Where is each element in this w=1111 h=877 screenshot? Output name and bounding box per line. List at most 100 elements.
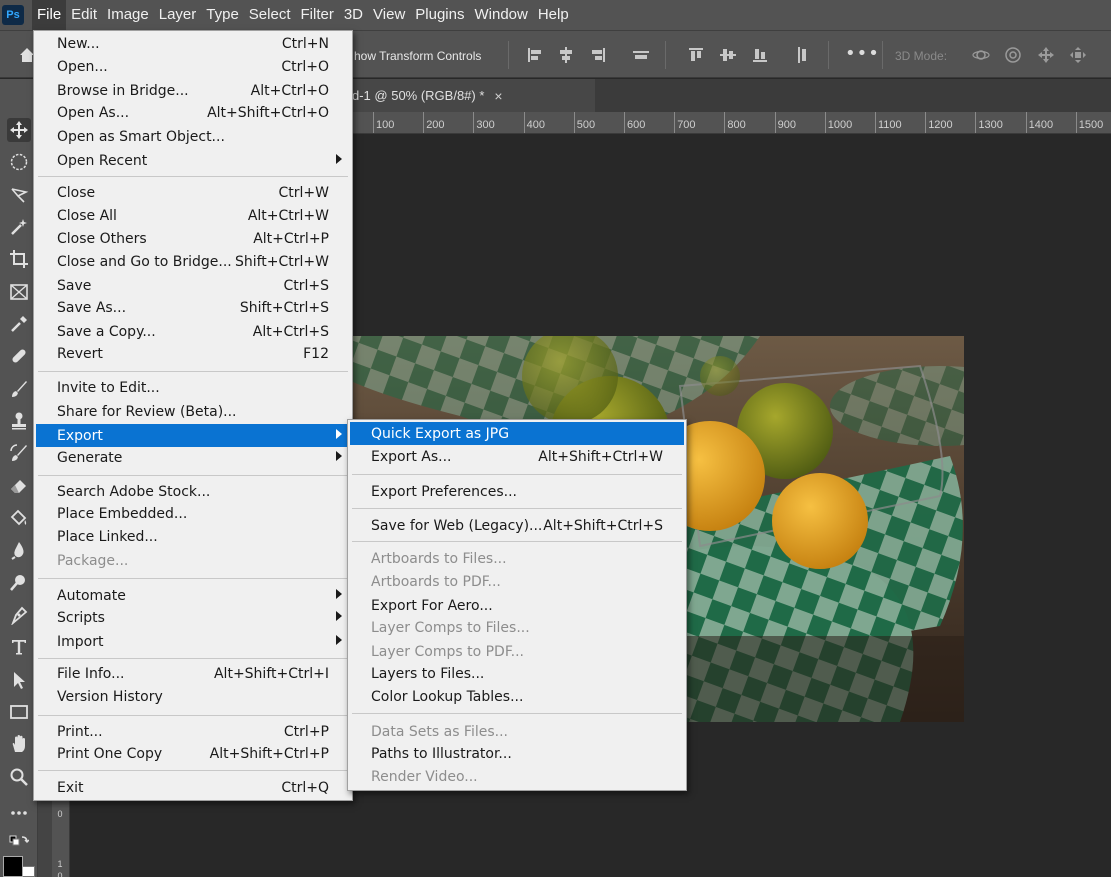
- menu-item-version-history[interactable]: Version History: [36, 685, 350, 708]
- menu-item-print-one-copy[interactable]: Print One Copy Alt+Shift+Ctrl+P: [36, 742, 350, 765]
- edit-toolbar-icon[interactable]: [7, 801, 31, 825]
- menu-item-color-lookup-tables[interactable]: Color Lookup Tables...: [350, 685, 684, 708]
- more-options-icon[interactable]: •••: [845, 43, 880, 64]
- 3d-roll-icon[interactable]: [1002, 45, 1024, 65]
- 3d-orbit-icon[interactable]: [970, 45, 992, 65]
- menu-item-export-preferences[interactable]: Export Preferences...: [350, 480, 684, 503]
- menu-item-place-embedded[interactable]: Place Embedded...: [36, 502, 350, 525]
- pen-tool-icon[interactable]: [7, 603, 31, 627]
- menu-item-label: Export Preferences...: [371, 483, 517, 500]
- swap-colors-icon[interactable]: [7, 831, 31, 855]
- align-top-edges-icon[interactable]: [685, 45, 707, 65]
- menu-item-open-as[interactable]: Open As... Alt+Shift+Ctrl+O: [36, 101, 350, 124]
- menu-item-new[interactable]: New... Ctrl+N: [36, 32, 350, 55]
- rectangle-tool-icon[interactable]: [7, 700, 31, 724]
- hand-tool-icon[interactable]: [7, 732, 31, 756]
- menu-3d[interactable]: 3D: [339, 0, 368, 30]
- menu-window[interactable]: Window: [469, 0, 532, 30]
- clone-stamp-icon[interactable]: [7, 409, 31, 433]
- menu-item-label: Close All: [57, 207, 117, 224]
- menu-item-close-and-go-to-bridge[interactable]: Close and Go to Bridge... Shift+Ctrl+W: [36, 250, 350, 273]
- menu-image[interactable]: Image: [102, 0, 154, 30]
- menu-plugins[interactable]: Plugins: [410, 0, 469, 30]
- menu-item-export-as[interactable]: Export As... Alt+Shift+Ctrl+W: [350, 445, 684, 468]
- menu-item-search-adobe-stock[interactable]: Search Adobe Stock...: [36, 480, 350, 503]
- menu-view[interactable]: View: [368, 0, 410, 30]
- menu-item-close-all[interactable]: Close All Alt+Ctrl+W: [36, 204, 350, 227]
- submenu-arrow-icon: [336, 589, 342, 599]
- menu-item-import[interactable]: Import: [36, 630, 350, 653]
- align-left-edges-icon[interactable]: [524, 45, 546, 65]
- menu-item-open[interactable]: Open... Ctrl+O: [36, 55, 350, 78]
- menu-item-file-info[interactable]: File Info... Alt+Shift+Ctrl+I: [36, 662, 350, 685]
- menu-item-save[interactable]: Save Ctrl+S: [36, 274, 350, 297]
- menu-item-label: Generate: [57, 449, 123, 466]
- menu-select[interactable]: Select: [244, 0, 296, 30]
- menu-item-save-a-copy[interactable]: Save a Copy... Alt+Ctrl+S: [36, 320, 350, 343]
- elliptical-marquee-icon[interactable]: [7, 150, 31, 174]
- menu-item-close-others[interactable]: Close Others Alt+Ctrl+P: [36, 227, 350, 250]
- ruler-tick-label: 800: [727, 119, 746, 131]
- menu-item-paths-to-illustrator[interactable]: Paths to Illustrator...: [350, 742, 684, 765]
- blur-tool-icon[interactable]: [7, 538, 31, 562]
- 3d-pan-icon[interactable]: [1035, 45, 1057, 65]
- menu-item-generate[interactable]: Generate: [36, 446, 350, 469]
- menu-item-shortcut: Ctrl+P: [283, 723, 329, 740]
- 3d-slide-icon[interactable]: [1067, 45, 1089, 65]
- menu-item-scripts[interactable]: Scripts: [36, 606, 350, 629]
- menu-item-save-as[interactable]: Save As... Shift+Ctrl+S: [36, 296, 350, 319]
- foreground-color-swatch[interactable]: [3, 856, 23, 877]
- show-transform-controls-label[interactable]: how Transform Controls: [354, 49, 481, 63]
- menu-item-browse-in-bridge[interactable]: Browse in Bridge... Alt+Ctrl+O: [36, 79, 350, 102]
- menu-separator: [352, 474, 682, 475]
- eyedropper-icon[interactable]: [7, 312, 31, 336]
- close-icon[interactable]: ×: [494, 88, 502, 104]
- menu-item-share-for-review-beta[interactable]: Share for Review (Beta)...: [36, 400, 350, 423]
- eraser-tool-icon[interactable]: [7, 474, 31, 498]
- align-bottom-edges-icon[interactable]: [749, 45, 771, 65]
- menu-file[interactable]: File: [32, 0, 67, 30]
- healing-brush-icon[interactable]: [7, 344, 31, 368]
- frame-tool-icon[interactable]: [7, 280, 31, 304]
- menu-separator: [38, 371, 348, 372]
- move-tool-icon[interactable]: [7, 118, 31, 142]
- menu-item-place-linked[interactable]: Place Linked...: [36, 525, 350, 548]
- magic-wand-icon[interactable]: [7, 215, 31, 239]
- menu-layer[interactable]: Layer: [154, 0, 202, 30]
- path-selection-icon[interactable]: [7, 668, 31, 692]
- align-vertical-centers-icon[interactable]: [717, 45, 739, 65]
- menu-item-invite-to-edit[interactable]: Invite to Edit...: [36, 376, 350, 399]
- menu-item-revert[interactable]: Revert F12: [36, 342, 350, 365]
- type-tool-icon[interactable]: [7, 635, 31, 659]
- menu-item-export[interactable]: Export: [36, 424, 350, 447]
- distribute-horizontal-icon[interactable]: [630, 45, 652, 65]
- menu-item-export-for-aero[interactable]: Export For Aero...: [350, 594, 684, 617]
- align-horizontal-centers-icon[interactable]: [555, 45, 577, 65]
- distribute-vertical-icon[interactable]: [791, 45, 813, 65]
- menu-item-quick-export-as-jpg[interactable]: Quick Export as JPG: [350, 422, 684, 445]
- brush-tool-icon[interactable]: [7, 377, 31, 401]
- paint-bucket-icon[interactable]: [7, 506, 31, 530]
- menu-item-close[interactable]: Close Ctrl+W: [36, 181, 350, 204]
- menu-item-open-recent[interactable]: Open Recent: [36, 149, 350, 172]
- menu-type[interactable]: Type: [201, 0, 244, 30]
- menu-item-exit[interactable]: Exit Ctrl+Q: [36, 776, 350, 799]
- menu-item-print[interactable]: Print... Ctrl+P: [36, 720, 350, 743]
- dodge-tool-icon[interactable]: [7, 571, 31, 595]
- menu-item-save-for-web-legacy[interactable]: Save for Web (Legacy)... Alt+Shift+Ctrl+S: [350, 514, 684, 537]
- ruler-tick: [573, 112, 575, 133]
- history-brush-icon[interactable]: [7, 441, 31, 465]
- menu-item-data-sets-as-files: Data Sets as Files...: [350, 720, 684, 743]
- zoom-tool-icon[interactable]: [7, 765, 31, 789]
- menu-edit[interactable]: Edit: [66, 0, 102, 30]
- align-right-edges-icon[interactable]: [587, 45, 609, 65]
- menu-item-layers-to-files[interactable]: Layers to Files...: [350, 662, 684, 685]
- document-tab[interactable]: d-1 @ 50% (RGB/8#) * ×: [340, 79, 595, 112]
- menu-filter[interactable]: Filter: [296, 0, 339, 30]
- crop-tool-icon[interactable]: [7, 247, 31, 271]
- menu-item-automate[interactable]: Automate: [36, 584, 350, 607]
- menu-item-shortcut: Alt+Ctrl+O: [250, 82, 329, 99]
- menu-help[interactable]: Help: [533, 0, 574, 30]
- lasso-tool-icon[interactable]: [7, 183, 31, 207]
- menu-item-open-as-smart-object[interactable]: Open as Smart Object...: [36, 125, 350, 148]
